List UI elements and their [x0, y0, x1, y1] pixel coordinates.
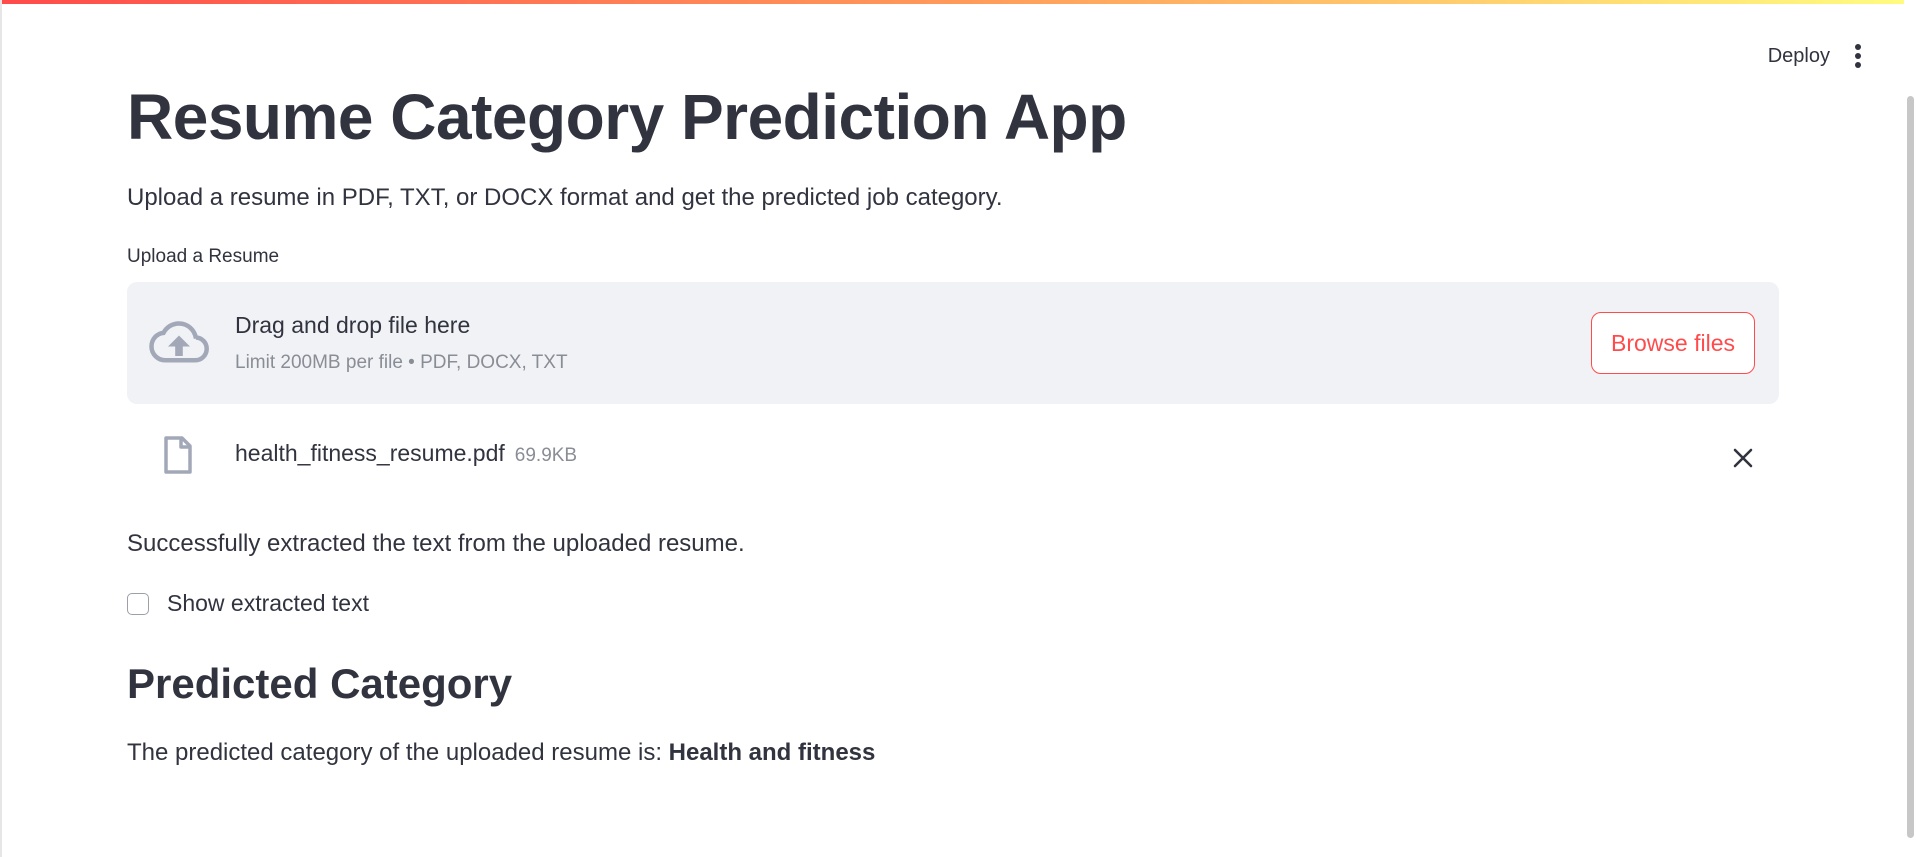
dropzone-title: Drag and drop file here [235, 312, 471, 338]
left-border [0, 0, 2, 857]
status-message: Successfully extracted the text from the… [127, 530, 745, 557]
kebab-dot [1855, 62, 1861, 68]
uploader-label: Upload a Resume [127, 246, 280, 267]
prediction-result: The predicted category of the uploaded r… [127, 737, 1779, 769]
checkbox-box[interactable] [127, 592, 149, 615]
file-icon [164, 436, 192, 474]
kebab-dot [1855, 53, 1861, 59]
dropzone-limit-text: Limit 200MB per file • PDF, DOCX, TXT [235, 352, 568, 373]
main-content: Resume Category Prediction App Upload a … [127, 78, 1779, 769]
uploaded-file-row: health_fitness_resume.pdf 69.9KB [127, 404, 1779, 504]
page-description: Upload a resume in PDF, TXT, or DOCX for… [127, 184, 1003, 211]
close-icon[interactable] [1731, 446, 1755, 470]
uploaded-file-name: health_fitness_resume.pdf [235, 440, 505, 466]
deploy-button[interactable]: Deploy [1768, 45, 1830, 68]
show-extracted-text-checkbox[interactable]: Show extracted text [127, 590, 1779, 617]
uploaded-file-info: health_fitness_resume.pdf 69.9KB [235, 440, 577, 467]
top-decoration-bar [0, 0, 1916, 4]
checkbox-label[interactable]: Show extracted text [167, 590, 369, 617]
result-prefix: The predicted category of the uploaded r… [127, 739, 669, 766]
file-dropzone[interactable]: Drag and drop file here Limit 200MB per … [127, 282, 1779, 404]
scrollbar-track[interactable] [1904, 0, 1916, 857]
kebab-dot [1855, 44, 1861, 50]
scrollbar-thumb[interactable] [1907, 96, 1914, 838]
uploaded-file-size: 69.9KB [514, 445, 578, 466]
page-title: Resume Category Prediction App [127, 81, 1127, 153]
section-heading: Predicted Category [127, 660, 513, 707]
predicted-category: Health and fitness [668, 739, 876, 766]
browse-files-button[interactable]: Browse files [1591, 312, 1755, 374]
kebab-menu-icon[interactable] [1854, 44, 1862, 68]
header-actions: Deploy [1768, 44, 1862, 68]
cloud-upload-icon [149, 321, 209, 363]
